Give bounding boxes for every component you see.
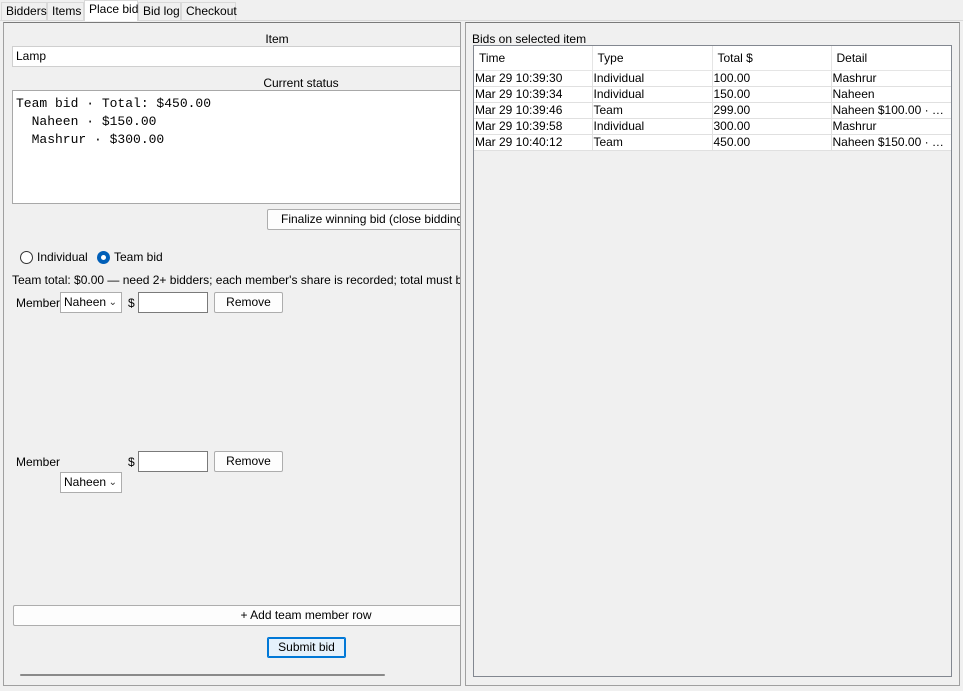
- tab-bid-log[interactable]: Bid log: [138, 2, 181, 21]
- individual-radio-option[interactable]: Individual: [20, 249, 88, 265]
- current-status-box: Team bid · Total: $450.00 Naheen · $150.…: [12, 90, 460, 204]
- tab-frame-border: [0, 20, 963, 21]
- status-section-title: Current status: [263, 76, 339, 90]
- member-bidder-value: Naheen: [64, 295, 107, 309]
- team-bid-radio[interactable]: [97, 250, 110, 264]
- cell-time: Mar 29 10:39:34: [474, 86, 593, 103]
- table-row[interactable]: Mar 29 10:39:46 Team 299.00 Naheen $100.…: [474, 102, 951, 119]
- table-header-row: Time Type Total $ Detail: [474, 46, 951, 71]
- individual-radio[interactable]: [20, 250, 33, 264]
- horizontal-scrollbar[interactable]: [20, 674, 385, 676]
- cell-detail: Naheen $100.00 · Ma...: [831, 102, 951, 119]
- member-bidder-select[interactable]: Naheen ⌄: [60, 472, 122, 493]
- column-header-total[interactable]: Total $: [712, 46, 832, 71]
- add-team-member-row-button[interactable]: + Add team member row: [13, 605, 460, 626]
- remove-member-button[interactable]: Remove: [214, 292, 283, 313]
- member-label: Member: [16, 455, 61, 469]
- tab-place-bid[interactable]: Place bid: [84, 0, 138, 21]
- cell-type: Team: [592, 102, 713, 119]
- status-line: Mashrur · $300.00: [16, 132, 165, 147]
- status-line: Naheen · $150.00: [16, 114, 157, 129]
- submit-bid-button[interactable]: Submit bid: [267, 637, 346, 658]
- cell-type: Individual: [592, 118, 713, 135]
- bids-panel: Bids on selected item Time Type Total $ …: [465, 22, 960, 686]
- column-header-detail[interactable]: Detail: [831, 46, 951, 71]
- cell-total: 300.00: [712, 118, 832, 135]
- cell-type: Individual: [592, 70, 713, 87]
- column-header-type[interactable]: Type: [592, 46, 713, 71]
- cell-detail: Naheen $150.00 · Ma...: [831, 134, 951, 151]
- member-amount-input[interactable]: [138, 451, 208, 472]
- table-row[interactable]: Mar 29 10:39:34 Individual 150.00 Naheen: [474, 86, 951, 103]
- column-header-time[interactable]: Time: [474, 46, 593, 71]
- place-bid-panel: Item Lamp Current status Team bid · Tota…: [3, 22, 461, 686]
- cell-time: Mar 29 10:39:58: [474, 118, 593, 135]
- team-bid-radio-option[interactable]: Team bid: [97, 249, 163, 265]
- remove-member-button[interactable]: Remove: [214, 451, 283, 472]
- cell-type: Team: [592, 134, 713, 151]
- team-total-info: Team total: $0.00 — need 2+ bidders; eac…: [12, 273, 460, 287]
- member-label: Member: [16, 296, 61, 310]
- table-row[interactable]: Mar 29 10:39:58 Individual 300.00 Mashru…: [474, 118, 951, 135]
- cell-total: 299.00: [712, 102, 832, 119]
- bids-table-container: Time Type Total $ Detail Mar 29 10:39:30…: [473, 45, 952, 677]
- cell-time: Mar 29 10:40:12: [474, 134, 593, 151]
- tab-checkout[interactable]: Checkout: [181, 2, 237, 21]
- cell-type: Individual: [592, 86, 713, 103]
- tab-items[interactable]: Items: [47, 2, 84, 21]
- cell-total: 450.00: [712, 134, 832, 151]
- currency-symbol: $: [128, 296, 135, 310]
- cell-detail: Mashrur: [831, 118, 951, 135]
- item-section-title: Item: [265, 32, 289, 46]
- currency-symbol: $: [128, 455, 135, 469]
- cell-total: 100.00: [712, 70, 832, 87]
- tab-bar: Bidders Items Place bid Bid log Checkout: [0, 0, 963, 21]
- status-line: Team bid · Total: $450.00: [16, 96, 212, 111]
- table-row[interactable]: Mar 29 10:40:12 Team 450.00 Naheen $150.…: [474, 134, 951, 151]
- cell-time: Mar 29 10:39:30: [474, 70, 593, 87]
- chevron-down-icon: ⌄: [108, 297, 117, 308]
- table-row[interactable]: Mar 29 10:39:30 Individual 100.00 Mashru…: [474, 70, 951, 87]
- member-bidder-value: Naheen: [64, 475, 107, 489]
- item-selector[interactable]: Lamp: [12, 46, 460, 67]
- cell-detail: Naheen: [831, 86, 951, 103]
- member-amount-input[interactable]: [138, 292, 208, 313]
- finalize-winning-bid-button[interactable]: Finalize winning bid (close bidding for: [267, 209, 460, 230]
- individual-radio-label: Individual: [37, 250, 88, 264]
- bids-table: Time Type Total $ Detail Mar 29 10:39:30…: [474, 46, 951, 151]
- cell-total: 150.00: [712, 86, 832, 103]
- bids-panel-title: Bids on selected item: [472, 32, 587, 46]
- cell-detail: Mashrur: [831, 70, 951, 87]
- member-bidder-select[interactable]: Naheen ⌄: [60, 292, 122, 313]
- chevron-down-icon: ⌄: [108, 477, 117, 488]
- cell-time: Mar 29 10:39:46: [474, 102, 593, 119]
- tab-bidders[interactable]: Bidders: [1, 2, 47, 21]
- team-bid-radio-label: Team bid: [114, 250, 163, 264]
